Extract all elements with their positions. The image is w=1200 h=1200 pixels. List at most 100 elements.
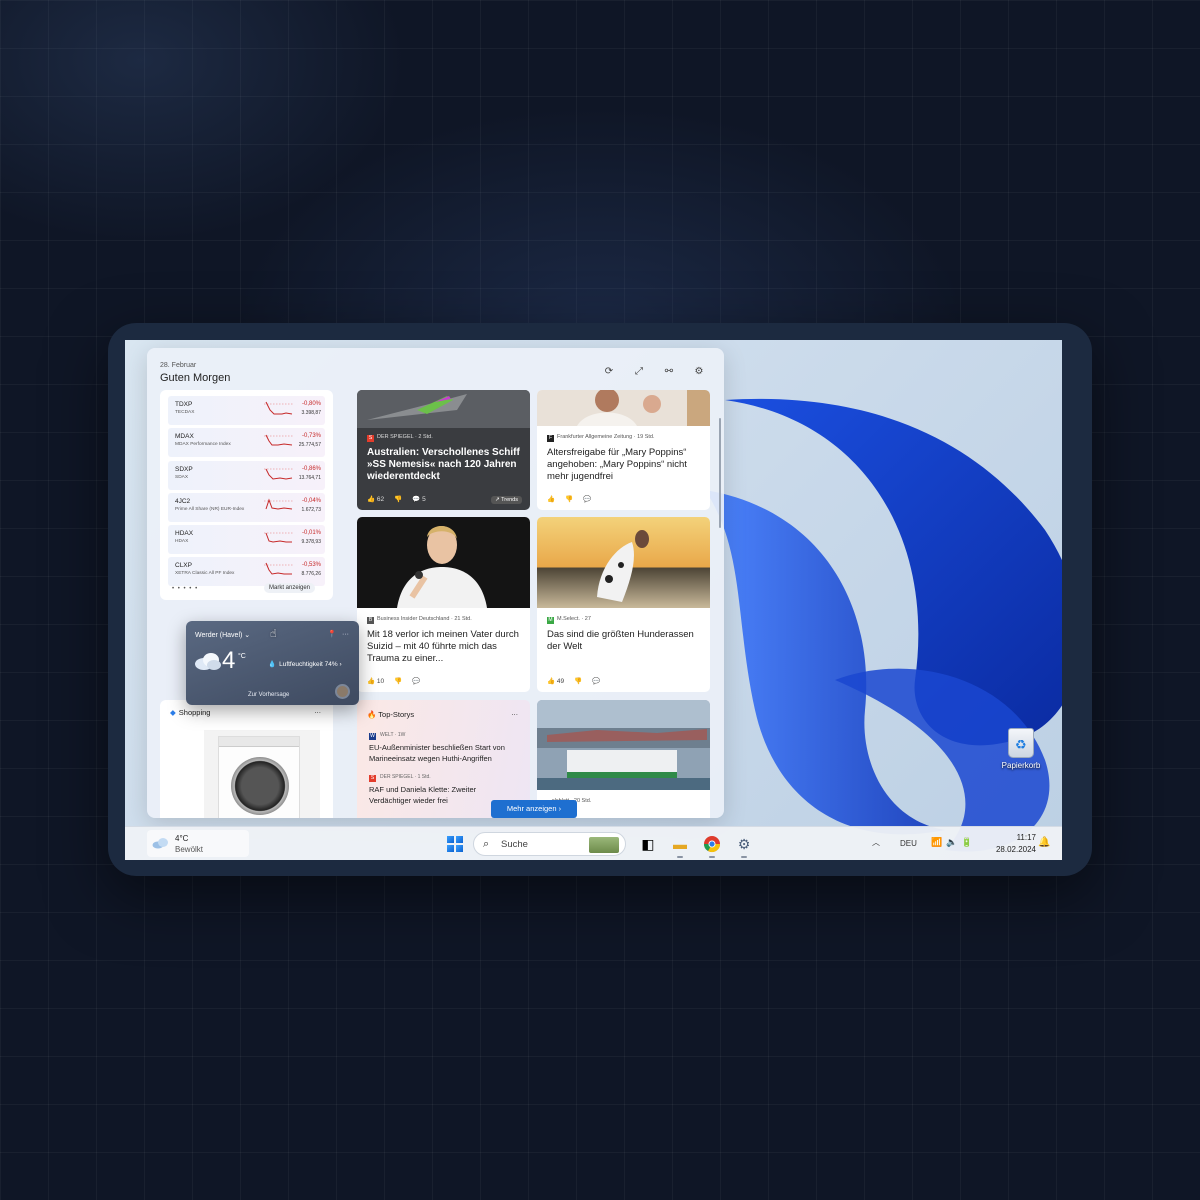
- shopping-tag-icon: ◆: [170, 708, 176, 717]
- like-icon[interactable]: 👍 49: [547, 677, 564, 685]
- settings-icon[interactable]: ⚙: [693, 366, 705, 377]
- stock-name: SDAX: [175, 474, 189, 480]
- stock-change: -0,73%: [301, 433, 321, 440]
- task-view-icon[interactable]: ◧: [639, 835, 657, 853]
- news-actions: 👍 62 👎 💬 5: [367, 495, 426, 503]
- desktop-screen: ♻ Papierkorb 28. Februar Guten Morgen ⟳ …: [125, 340, 1062, 860]
- expand-icon[interactable]: ⤢: [633, 366, 645, 377]
- news-source: B Business Insider Deutschland · 21 Std.: [367, 616, 472, 624]
- scrollbar[interactable]: [719, 418, 721, 528]
- stock-row[interactable]: HDAX HDAX -0,01% 9.378,93: [168, 525, 325, 555]
- file-explorer-icon[interactable]: ▬: [671, 835, 689, 858]
- news-card[interactable]: B Business Insider Deutschland · 21 Std. …: [357, 517, 530, 692]
- link-icon[interactable]: ⚯: [663, 366, 675, 377]
- search-placeholder: Suche: [501, 839, 528, 850]
- stock-row[interactable]: MDAX MDAX Performance Index -0,73% 25.774,5…: [168, 428, 325, 458]
- settings-gear-icon[interactable]: ⚙: [735, 835, 753, 858]
- comment-icon[interactable]: 💬: [592, 677, 600, 685]
- like-icon[interactable]: 👍: [547, 495, 555, 503]
- stock-price: 1.672,73: [301, 506, 321, 513]
- recycle-bin-icon: ♻: [1008, 728, 1034, 758]
- trend-badge[interactable]: ↗ Trends: [491, 496, 522, 504]
- washing-machine-image[interactable]: [204, 730, 320, 818]
- weather-humidity[interactable]: 💧 Luftfeuchtigkeit 74% ›: [268, 660, 342, 668]
- stock-name: TECDAX: [175, 410, 195, 415]
- dislike-icon[interactable]: 👎: [394, 677, 402, 685]
- recycle-bin-label: Papierkorb: [1001, 761, 1041, 770]
- stock-price: 3.398,87: [301, 410, 321, 416]
- stock-name: Prime All Share (NR) EUR-Index: [175, 506, 245, 512]
- dislike-icon[interactable]: 👎: [394, 495, 402, 503]
- refresh-icon[interactable]: ⟳: [603, 366, 615, 377]
- hand-cursor-icon: ☝: [270, 628, 277, 640]
- news-source: M M.Select. · 27: [547, 616, 591, 624]
- news-title: Altersfreigabe für „Mary Poppins“ angeho…: [547, 447, 687, 482]
- stock-symbol: HDAX: [175, 530, 194, 538]
- news-actions: 👍 49 👎 💬: [547, 677, 600, 685]
- forecast-link[interactable]: Zur Vorhersage: [248, 692, 289, 698]
- search-box[interactable]: ⌕ Suche: [473, 832, 626, 856]
- stock-sparkline: [264, 498, 294, 510]
- network-volume-battery-icons[interactable]: 📶🔈🔋: [931, 837, 977, 848]
- news-card[interactable]: F Frankfurter Allgemeine Zeitung · 19 Std…: [537, 390, 710, 510]
- stock-price: 25.774,57: [298, 442, 321, 449]
- shopping-header: ◆ Shopping: [170, 708, 210, 717]
- taskbar-weather-temp: 4°C: [175, 834, 189, 843]
- shopping-title: Shopping: [178, 708, 211, 717]
- comment-icon[interactable]: 💬: [412, 677, 420, 685]
- taskbar: 4°C Bewölkt ⌕ Suche ◧ ▬ ⚙ ︿ DEU 📶🔈🔋 11:1…: [125, 826, 1062, 860]
- weather-tools[interactable]: 📍 ···: [327, 630, 349, 638]
- news-card[interactable]: S DER SPIEGEL · 2 Std. Australien: Versch…: [357, 390, 530, 510]
- stock-symbol: CLXP: [175, 562, 192, 570]
- news-actions: 👍 👎 💬: [547, 495, 591, 503]
- dislike-icon[interactable]: 👎: [565, 495, 573, 503]
- board-toolbar: ⟳ ⤢ ⚯ ⚙: [603, 366, 705, 377]
- weather-location[interactable]: Werder (Havel) ⌄: [195, 631, 250, 639]
- pager-dots[interactable]: • • • • •: [172, 586, 198, 592]
- news-image-dog: [537, 517, 710, 608]
- chevron-up-icon[interactable]: ︿: [872, 837, 880, 848]
- show-more-button[interactable]: Mehr anzeigen ›: [491, 800, 577, 818]
- search-highlight-image: [589, 837, 619, 853]
- notification-bell-icon[interactable]: 🔔: [1038, 837, 1050, 848]
- weather-unit: °C: [238, 653, 246, 660]
- taskbar-weather-desc: Bewölkt: [175, 845, 204, 854]
- like-icon[interactable]: 👍 10: [367, 677, 384, 685]
- shopping-widget[interactable]: ◆ Shopping ...: [160, 700, 333, 818]
- avatar[interactable]: [335, 684, 350, 699]
- stock-change: -0,01%: [301, 530, 321, 537]
- board-greeting: Guten Morgen: [160, 372, 231, 384]
- story-title[interactable]: EU-Außenminister beschließen Start von M…: [369, 742, 520, 764]
- comment-icon[interactable]: 💬: [583, 495, 591, 503]
- stock-row[interactable]: SDXP SDAX -0,86% 13.764,71: [168, 460, 325, 490]
- language-indicator[interactable]: DEU: [900, 839, 917, 848]
- shopping-more-icon[interactable]: ...: [314, 706, 321, 715]
- comment-icon[interactable]: 💬 5: [412, 495, 426, 503]
- stock-name: HDAX: [175, 539, 189, 545]
- stocks-widget[interactable]: TDXP TECDAX -0,80% 3.398,87 MDAX MDAX Perform…: [160, 390, 333, 600]
- stock-sparkline: [264, 468, 294, 480]
- stock-price: 13.764,71: [298, 474, 321, 481]
- cloud-icon: [195, 653, 221, 670]
- top-stories-more-icon[interactable]: ...: [511, 708, 518, 717]
- top-stories-header: 🔥 Top-Storys: [367, 710, 415, 719]
- stock-sparkline: [264, 435, 294, 446]
- news-card[interactable]: M M.Select. · 27 Das sind die größten Hun…: [537, 517, 710, 692]
- story-source: W WELT · 1W: [369, 732, 406, 740]
- taskbar-weather[interactable]: 4°C Bewölkt: [147, 830, 249, 857]
- clock-date[interactable]: 28.02.2024: [988, 845, 1036, 854]
- widgets-board: 28. Februar Guten Morgen ⟳ ⤢ ⚯ ⚙ TDXP TEC…: [147, 348, 724, 818]
- search-icon: ⌕: [483, 838, 490, 850]
- market-show-button[interactable]: Markt anzeigen: [264, 583, 316, 593]
- cloud-icon: [152, 838, 168, 849]
- recycle-bin[interactable]: ♻ Papierkorb: [993, 728, 1049, 770]
- clock-time[interactable]: 11:17: [988, 833, 1036, 842]
- chrome-icon[interactable]: [703, 835, 721, 858]
- start-button[interactable]: [447, 836, 463, 852]
- stock-row[interactable]: TDXP TECDAX -0,80% 3.398,87: [168, 396, 325, 425]
- dislike-icon[interactable]: 👎: [574, 677, 582, 685]
- stock-row[interactable]: 4JC2 Prime All Share (NR) EUR-Index -0,04%…: [168, 492, 325, 522]
- like-icon[interactable]: 👍 62: [367, 495, 384, 503]
- stock-symbol: 4JC2: [175, 497, 191, 505]
- news-image-cargo-ship: [537, 700, 710, 790]
